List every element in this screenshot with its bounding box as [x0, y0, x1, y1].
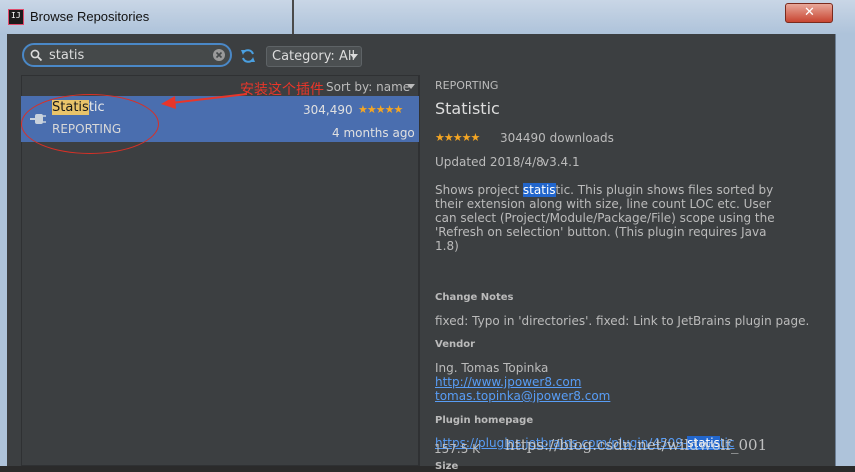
- title-bar-divider: [292, 0, 294, 34]
- sort-chevron-icon: [407, 84, 415, 89]
- detail-title: Statistic: [435, 99, 500, 118]
- description-pre: Shows project: [435, 183, 523, 197]
- vendor-email-link[interactable]: tomas.topinka@jpower8.com: [435, 389, 610, 403]
- refresh-icon[interactable]: [239, 47, 257, 65]
- size-heading: Size: [435, 461, 459, 472]
- search-input-value: statis: [49, 48, 85, 63]
- window-frame-left: [0, 34, 7, 466]
- annotation-arrow-icon: [161, 93, 248, 109]
- category-dropdown-label: Category: All: [272, 49, 356, 64]
- clear-search-icon[interactable]: [212, 48, 226, 62]
- plugin-rating-stars-icon: ★★★★★: [358, 103, 403, 116]
- detail-category: REPORTING: [435, 79, 499, 92]
- change-notes-heading: Change Notes: [435, 292, 514, 303]
- search-icon: [30, 49, 43, 62]
- detail-updated: Updated 2018/4/8: [435, 155, 544, 169]
- detail-version: v3.4.1: [542, 155, 580, 169]
- watermark: https://blog.csdn.net/wildwolf_001: [505, 436, 768, 454]
- plugin-downloads: 304,490: [303, 103, 353, 117]
- vendor-url-link[interactable]: http://www.jpower8.com: [435, 375, 581, 389]
- window-frame-right: [835, 34, 855, 466]
- close-icon: ✕: [804, 5, 815, 20]
- intellij-app-icon: [8, 9, 24, 25]
- change-notes-text: fixed: Typo in 'directories'. fixed: Lin…: [435, 314, 810, 328]
- category-dropdown[interactable]: Category: All: [266, 46, 362, 67]
- sort-by-button[interactable]: Sort by: name: [326, 80, 410, 94]
- search-input[interactable]: statis: [22, 43, 232, 67]
- annotation-text: 安装这个插件: [240, 82, 324, 98]
- vendor-name: Ing. Tomas Topinka: [435, 361, 549, 375]
- chevron-down-icon: [350, 54, 358, 59]
- title-bar: Browse Repositories ✕: [0, 0, 855, 34]
- detail-description: Shows project statistic. This plugin sho…: [435, 183, 785, 253]
- description-match-highlight: statis: [522, 183, 556, 197]
- browse-repositories-dialog: statis Category: All Sort by: name Stati…: [7, 34, 835, 472]
- vendor-heading: Vendor: [435, 339, 476, 350]
- size-value: 157.5 K: [434, 442, 481, 456]
- window-title: Browse Repositories: [30, 9, 150, 24]
- plugin-homepage-heading: Plugin homepage: [435, 415, 534, 426]
- annotation-ellipse: [21, 94, 159, 154]
- detail-rating-stars-icon: ★★★★★: [435, 131, 480, 144]
- detail-downloads: 304490 downloads: [500, 131, 614, 145]
- plugin-detail-panel: REPORTING Statistic ★★★★★ 304490 downloa…: [419, 75, 820, 472]
- plugin-updated: 4 months ago: [332, 126, 415, 140]
- close-window-button[interactable]: ✕: [785, 3, 833, 23]
